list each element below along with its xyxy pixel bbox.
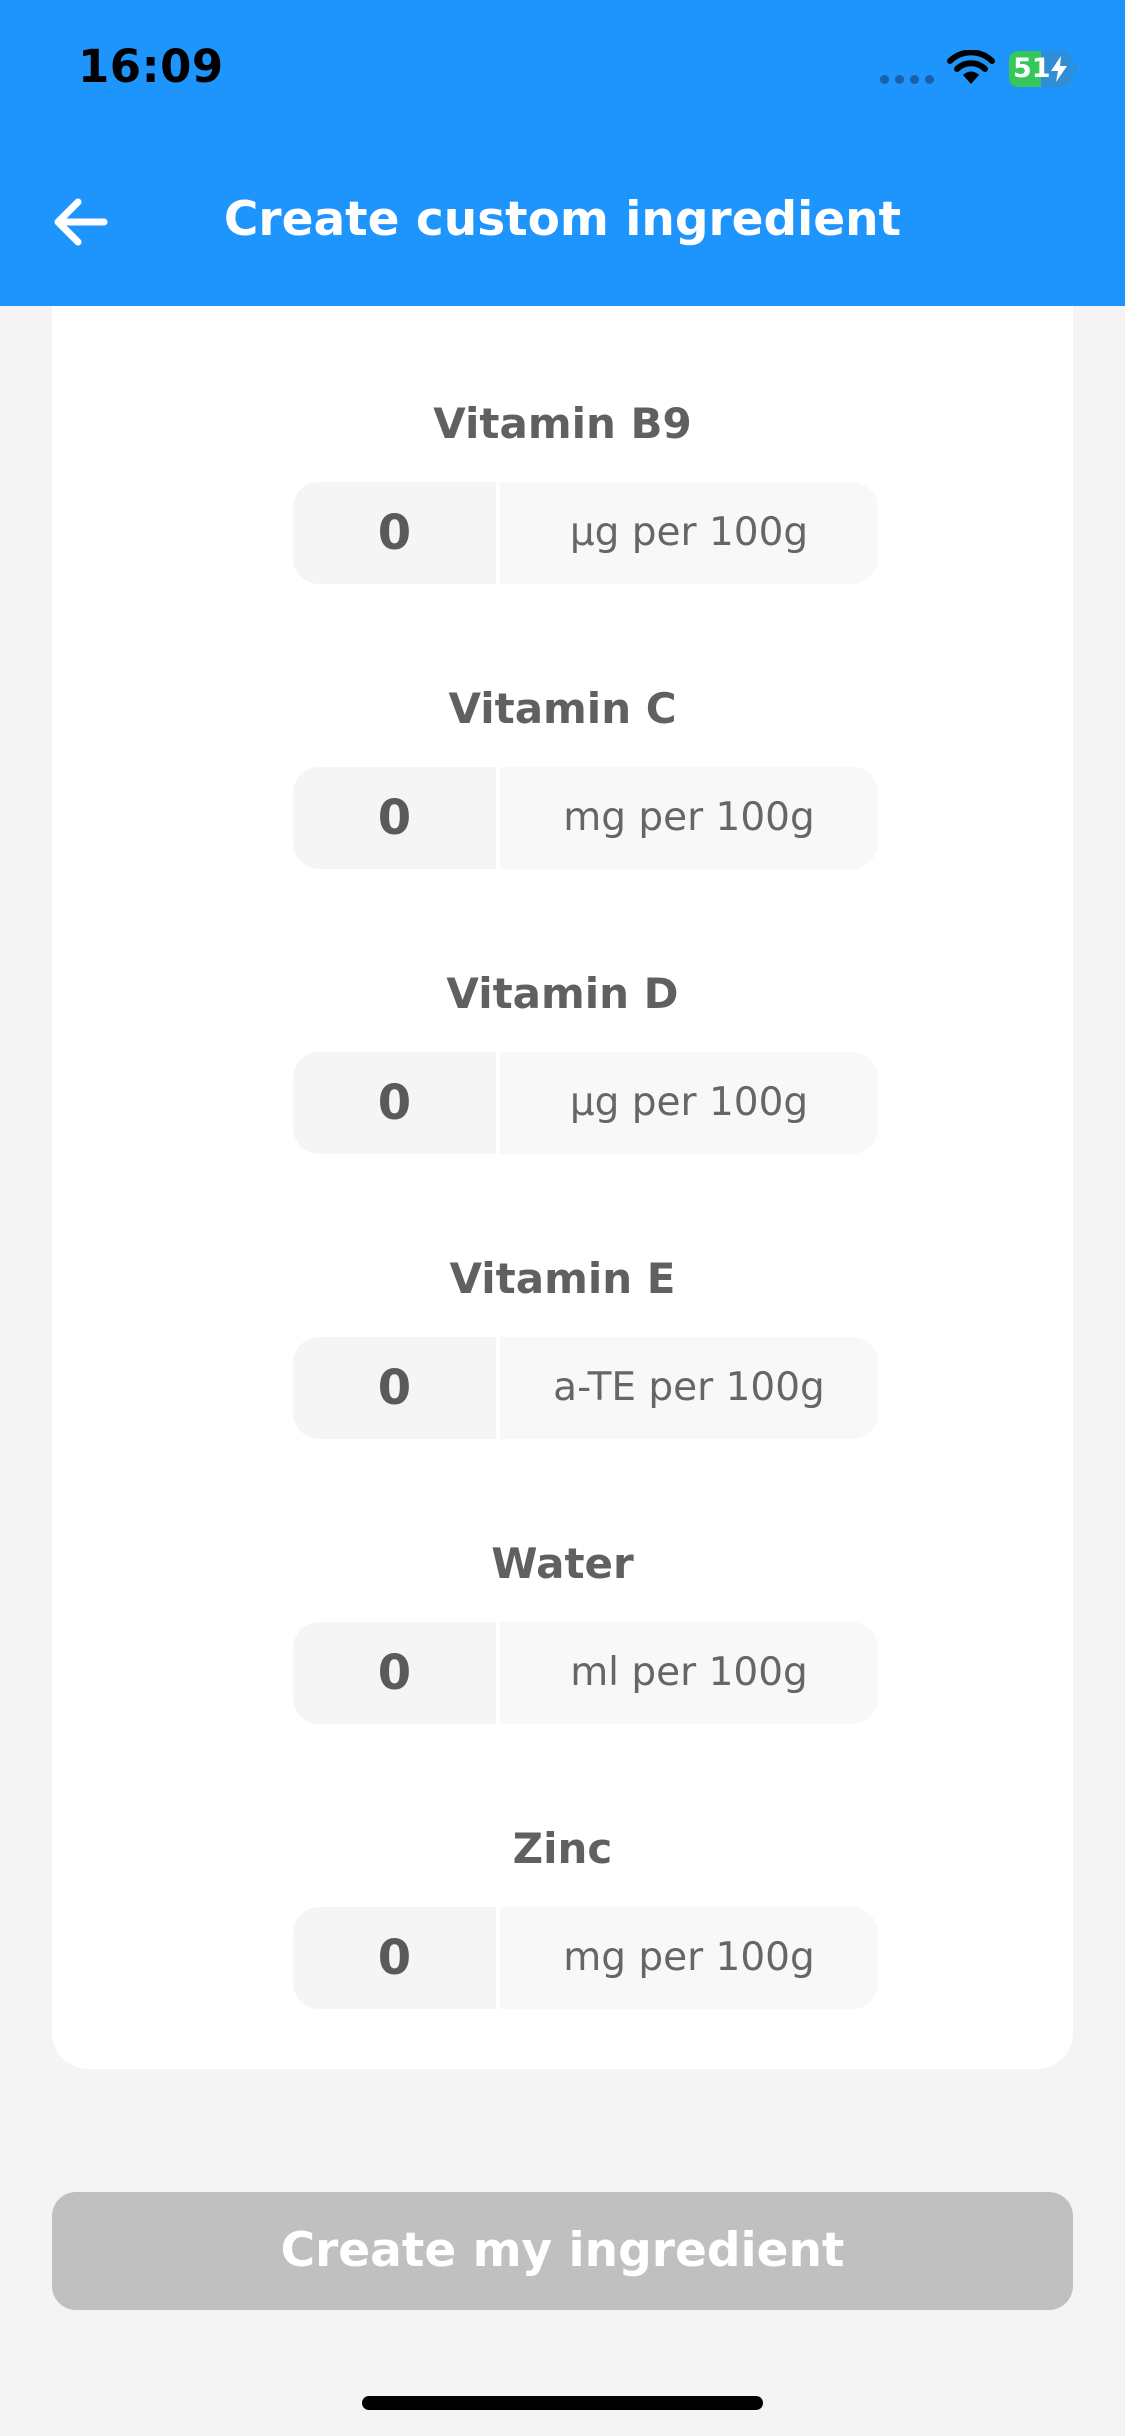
unit-label: ml per 100g [500, 1622, 878, 1724]
value-input[interactable] [293, 1052, 496, 1154]
unit-label: mg per 100g [500, 1907, 878, 2009]
page-title: Create custom ingredient [223, 192, 902, 247]
wifi-icon [947, 50, 995, 84]
value-input[interactable] [293, 1337, 496, 1439]
value-input[interactable] [293, 767, 496, 869]
app-header: 16:09 51 Create custom ingredient [0, 0, 1125, 306]
field-input-row: µg per 100g [293, 482, 878, 584]
field-input-row: mg per 100g [293, 1907, 878, 2009]
field-label: Vitamin D [446, 969, 679, 1018]
field-input-row: ml per 100g [293, 1622, 878, 1724]
field-input-row: µg per 100g [293, 1052, 878, 1154]
field-label: Vitamin C [448, 684, 677, 733]
field-label: Vitamin B9 [433, 399, 692, 448]
unit-label: µg per 100g [500, 482, 878, 584]
field-input-row: a-TE per 100g [293, 1337, 878, 1439]
value-input[interactable] [293, 1622, 496, 1724]
battery-icon: 51 [1009, 51, 1071, 87]
field-label: Water [491, 1539, 634, 1588]
battery-level: 51 [1013, 53, 1051, 84]
value-input[interactable] [293, 482, 496, 584]
charging-bolt-icon [1051, 56, 1067, 82]
battery-cap [1073, 62, 1077, 76]
unit-label: a-TE per 100g [500, 1337, 878, 1439]
value-input[interactable] [293, 1907, 496, 2009]
unit-label: mg per 100g [500, 767, 878, 869]
field-label: Zinc [512, 1824, 613, 1873]
field-input-row: mg per 100g [293, 767, 878, 869]
status-time: 16:09 [78, 40, 224, 93]
create-ingredient-button[interactable]: Create my ingredient [52, 2192, 1073, 2310]
home-indicator[interactable] [362, 2396, 763, 2410]
unit-label: µg per 100g [500, 1052, 878, 1154]
field-label: Vitamin E [449, 1254, 676, 1303]
cellular-signal-icon [880, 75, 936, 85]
